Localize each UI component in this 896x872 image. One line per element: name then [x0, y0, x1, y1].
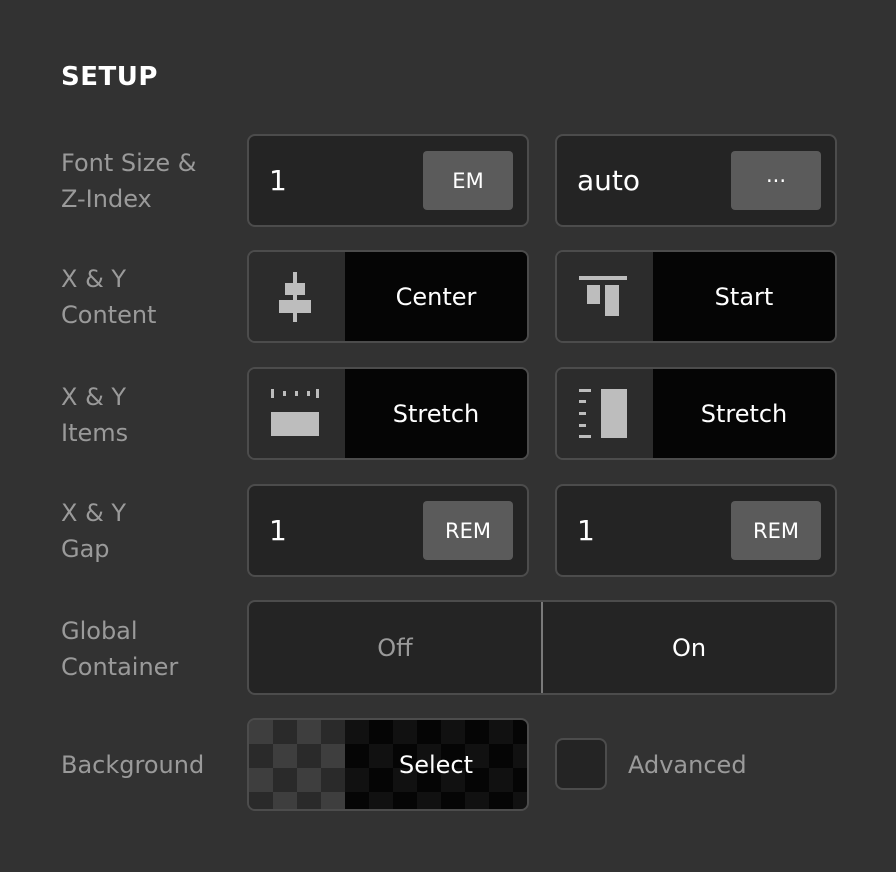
gap-y-field[interactable]: 1 REM [555, 484, 837, 577]
items-y-select[interactable]: Stretch [555, 367, 837, 460]
global-container-label: Global Container [61, 617, 179, 681]
items-y-value: Stretch [653, 369, 835, 458]
z-index-value[interactable]: auto [577, 136, 640, 225]
global-container-off-option[interactable]: Off [249, 602, 541, 693]
align-center-vertical-icon [249, 252, 345, 341]
global-container-toggle: Off On [247, 600, 837, 695]
advanced-label[interactable]: Advanced [628, 747, 747, 783]
global-container-on-option[interactable]: On [541, 602, 835, 693]
gap-x-value[interactable]: 1 [269, 486, 287, 575]
stretch-vertical-icon [557, 369, 653, 458]
content-y-value: Start [653, 252, 835, 341]
gap-x-unit-button[interactable]: REM [423, 501, 513, 560]
advanced-checkbox[interactable] [555, 738, 607, 790]
z-index-more-button[interactable]: ··· [731, 151, 821, 210]
content-x-select[interactable]: Center [247, 250, 529, 343]
background-label: Background [61, 751, 205, 779]
gap-y-value[interactable]: 1 [577, 486, 595, 575]
gap-label: X & Y Gap [61, 499, 127, 563]
font-size-unit-button[interactable]: EM [423, 151, 513, 210]
content-x-value: Center [345, 252, 527, 341]
background-select-button[interactable]: Select [247, 718, 529, 811]
stretch-horizontal-icon [249, 369, 345, 458]
font-size-field[interactable]: 1 EM [247, 134, 529, 227]
align-top-icon [557, 252, 653, 341]
background-select-label: Select [398, 750, 474, 779]
gap-y-unit-button[interactable]: REM [731, 501, 821, 560]
content-label: X & Y Content [61, 265, 157, 329]
items-label: X & Y Items [61, 383, 129, 447]
gap-x-field[interactable]: 1 REM [247, 484, 529, 577]
items-x-select[interactable]: Stretch [247, 367, 529, 460]
z-index-field[interactable]: auto ··· [555, 134, 837, 227]
items-x-value: Stretch [345, 369, 527, 458]
font-size-value[interactable]: 1 [269, 136, 287, 225]
section-title: SETUP [61, 62, 158, 92]
font-size-label: Font Size & Z-Index [61, 149, 197, 213]
content-y-select[interactable]: Start [555, 250, 837, 343]
